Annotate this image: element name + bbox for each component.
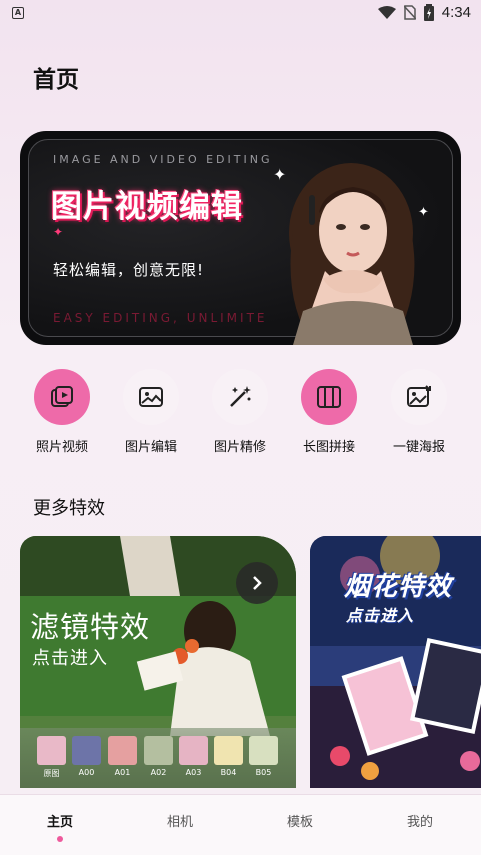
tool-image-refine[interactable]: 图片精修 — [200, 369, 280, 455]
status-icons: 4:34 — [377, 4, 471, 21]
promo-banner[interactable]: IMAGE AND VIDEO EDITING 图片视频编辑 轻松编辑，创意无限… — [20, 131, 461, 345]
tool-label: 长图拼接 — [302, 440, 355, 455]
filter-thumb — [179, 736, 208, 765]
filter-thumb — [72, 736, 101, 765]
active-indicator — [57, 836, 63, 842]
banner-bottom-text: EASY EDITING, UNLIMITE — [53, 311, 268, 325]
banner-subtitle: 轻松编辑，创意无限! — [53, 261, 205, 279]
nav-camera[interactable]: 相机 — [120, 811, 240, 830]
page-title: 首页 — [33, 67, 79, 93]
effect-subtitle: 点击进入 — [32, 648, 108, 669]
filter-label: B05 — [255, 768, 272, 777]
next-arrow-button[interactable] — [236, 562, 278, 604]
tool-poster[interactable]: 一键海报 — [379, 369, 459, 455]
nav-home[interactable]: 主页 — [0, 811, 120, 842]
filter-thumb — [144, 736, 173, 765]
no-sim-icon — [403, 5, 416, 20]
filter-label: A03 — [185, 768, 202, 777]
nav-templates[interactable]: 模板 — [240, 811, 360, 830]
filter-thumb — [37, 736, 66, 765]
image-edit-icon — [139, 387, 163, 407]
section-title: 更多特效 — [33, 498, 105, 519]
effect-subtitle: 点击进入 — [346, 606, 415, 625]
nav-label: 主页 — [46, 815, 73, 830]
tool-circle — [212, 369, 268, 425]
poster-icon — [407, 385, 431, 407]
tool-label: 图片精修 — [213, 440, 266, 455]
filter-thumb — [249, 736, 278, 765]
wifi-icon — [377, 5, 396, 19]
effect-card-fireworks[interactable]: 烟花特效 点击进入 — [310, 536, 481, 788]
filter-item: A02 — [144, 736, 173, 777]
sparkle-icon: ✦ — [53, 225, 64, 239]
effect-card-filter[interactable]: 滤镜特效 点击进入 原图 A00 A01 A02 A03 B04 B05 — [20, 536, 296, 788]
tool-circle — [34, 369, 90, 425]
model-portrait-image — [289, 163, 415, 345]
filter-label: A00 — [78, 768, 95, 777]
chevron-right-icon — [253, 576, 262, 590]
bottom-nav: 主页 相机 模板 我的 — [0, 794, 481, 855]
nav-label: 我的 — [406, 815, 433, 830]
filter-item: B04 — [214, 736, 243, 777]
filter-item: B05 — [249, 736, 278, 777]
filter-label: 原图 — [43, 769, 60, 778]
battery-icon — [423, 4, 434, 21]
magic-wand-icon — [230, 386, 251, 407]
tool-circle — [391, 369, 447, 425]
photo-video-icon — [51, 386, 73, 407]
filter-thumb — [108, 736, 137, 765]
filter-item: A01 — [108, 736, 137, 777]
filter-label: A02 — [150, 768, 167, 777]
tool-label: 一键海报 — [392, 440, 445, 455]
tool-circle — [301, 369, 357, 425]
status-bar: A 4:34 — [0, 0, 481, 28]
filter-thumb — [214, 736, 243, 765]
tool-photo-video[interactable]: 照片视频 — [22, 369, 102, 455]
effect-title: 烟花特效 — [344, 572, 453, 602]
nav-label: 模板 — [286, 815, 313, 830]
filter-label: A01 — [114, 768, 131, 777]
clock: 4:34 — [441, 4, 471, 21]
filter-strip: 原图 A00 A01 A02 A03 B04 B05 — [20, 728, 296, 788]
tool-image-edit[interactable]: 图片编辑 — [111, 369, 191, 455]
tool-row: 照片视频 图片编辑 图片精修 长图拼接 一键海报 — [20, 369, 461, 459]
filter-item: 原图 — [37, 736, 66, 779]
tool-circle — [123, 369, 179, 425]
effect-title: 滤镜特效 — [30, 610, 151, 644]
filter-label: B04 — [220, 768, 237, 777]
filter-item: A00 — [72, 736, 101, 777]
tool-label: 照片视频 — [35, 440, 88, 455]
banner-top-text: IMAGE AND VIDEO EDITING — [53, 153, 273, 166]
app-notification-icon: A — [12, 7, 24, 19]
tool-long-image[interactable]: 长图拼接 — [289, 369, 369, 455]
nav-mine[interactable]: 我的 — [360, 811, 480, 830]
nav-label: 相机 — [166, 815, 193, 830]
filter-item: A03 — [179, 736, 208, 777]
tool-label: 图片编辑 — [124, 440, 177, 455]
long-image-icon — [317, 386, 341, 408]
banner-headline: 图片视频编辑 — [51, 189, 243, 225]
